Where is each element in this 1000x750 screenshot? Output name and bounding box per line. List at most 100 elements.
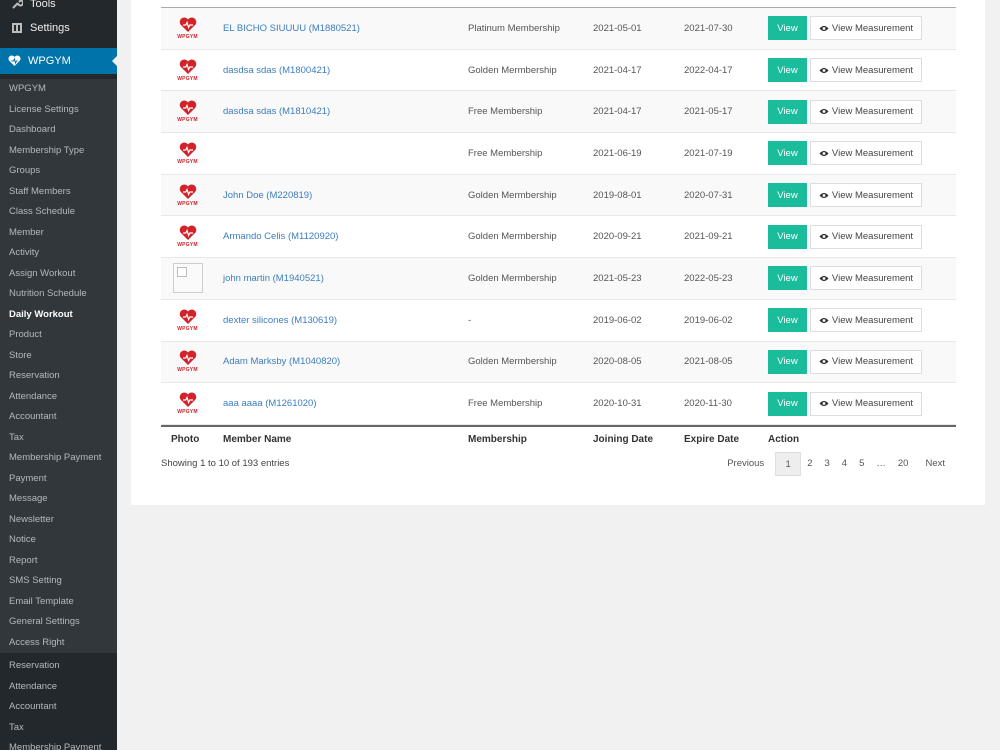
member-photo-cell: WPGYM (161, 8, 214, 49)
submenu-item-groups[interactable]: Groups (0, 161, 117, 182)
column-header-membership[interactable]: Membership (468, 427, 588, 453)
submenu-item-product[interactable]: Product (0, 325, 117, 346)
submenu-item-tax[interactable]: Tax (0, 428, 117, 449)
member-name-cell: dexter silicones (M130619) (223, 300, 453, 341)
column-header-photo[interactable]: Photo (161, 427, 214, 453)
joining-date-cell: 2019-06-02 (593, 314, 642, 326)
member-name-link[interactable]: aaa aaaa (M1261020) (223, 398, 317, 409)
eye-icon (819, 317, 829, 324)
submenu-item-reservation[interactable]: Reservation (0, 656, 117, 677)
view-button[interactable]: View (768, 141, 807, 166)
menu-wpgym[interactable]: WPGYM (0, 48, 117, 74)
submenu-item-payment[interactable]: Payment (0, 469, 117, 490)
member-name-link[interactable]: dexter silicones (M130619) (223, 315, 337, 326)
column-header-expire-date[interactable]: Expire Date (684, 427, 764, 453)
view-button[interactable]: View (768, 266, 807, 291)
submenu-item-attendance[interactable]: Attendance (0, 677, 117, 698)
submenu-item-activity[interactable]: Activity (0, 243, 117, 264)
submenu-item-assign-workout[interactable]: Assign Workout (0, 264, 117, 285)
submenu-item-membership-payment[interactable]: Membership Payment (0, 738, 117, 750)
wpgym-logo-icon: WPGYM (174, 223, 202, 251)
member-name-cell: dasdsa sdas (M1810421) (223, 91, 453, 132)
view-measurement-label: View Measurement (831, 147, 914, 159)
members-panel: WPGYM EL BICHO SIUUUU (M1880521) Platinum … (131, 0, 985, 505)
view-button[interactable]: View (768, 183, 807, 208)
column-header-member-name[interactable]: Member Name (223, 427, 453, 453)
menu-settings[interactable]: Settings (0, 16, 117, 40)
joining-date-cell: 2020-08-05 (593, 356, 642, 368)
logo-brand-text: WPGYM (177, 200, 198, 207)
submenu-item-accountant[interactable]: Accountant (0, 697, 117, 718)
pagination-page-3[interactable]: 3 (818, 452, 835, 476)
member-name-link[interactable]: dasdsa sdas (M1810421) (223, 106, 330, 117)
view-measurement-button[interactable]: View Measurement (810, 308, 922, 333)
member-name-link[interactable]: John Doe (M220819) (223, 190, 312, 201)
submenu-item-nutrition-schedule[interactable]: Nutrition Schedule (0, 284, 117, 305)
submenu-item-dashboard[interactable]: Dashboard (0, 120, 117, 141)
member-name-link[interactable]: EL BICHO SIUUUU (M1880521) (223, 23, 360, 34)
pagination-page-1[interactable]: 1 (775, 452, 802, 476)
wpgym-logo-icon: WPGYM (174, 306, 202, 334)
view-button[interactable]: View (768, 58, 807, 83)
submenu-item-class-schedule[interactable]: Class Schedule (0, 202, 117, 223)
menu-tools[interactable]: Tools (0, 0, 117, 16)
view-measurement-button[interactable]: View Measurement (810, 349, 922, 374)
submenu-item-store[interactable]: Store (0, 346, 117, 367)
pagination-page-5[interactable]: 5 (853, 452, 870, 476)
membership-cell: Free Membership (468, 106, 543, 118)
view-measurement-button[interactable]: View Measurement (810, 391, 922, 416)
table-row: WPGYM John Doe (M220819) Golden Mermbershi… (161, 174, 956, 217)
view-measurement-label: View Measurement (831, 189, 914, 201)
menu-wpgym-label: WPGYM (28, 55, 71, 67)
submenu-item-message[interactable]: Message (0, 489, 117, 510)
submenu-item-member[interactable]: Member (0, 223, 117, 244)
pagination-page-20[interactable]: 20 (892, 452, 915, 476)
submenu-item-newsletter[interactable]: Newsletter (0, 510, 117, 531)
wpgym-heart-icon (8, 54, 21, 68)
view-measurement-button[interactable]: View Measurement (810, 183, 922, 208)
submenu-item-email-template[interactable]: Email Template (0, 592, 117, 613)
member-name-link[interactable]: dasdsa sdas (M1800421) (223, 65, 330, 76)
submenu-item-notice[interactable]: Notice (0, 530, 117, 551)
action-cell: View View Measurement (768, 50, 958, 91)
action-cell: View View Measurement (768, 342, 958, 383)
submenu-item-membership-type[interactable]: Membership Type (0, 141, 117, 162)
view-measurement-button[interactable]: View Measurement (810, 224, 922, 249)
submenu-item-accountant[interactable]: Accountant (0, 407, 117, 428)
submenu-item-general-settings[interactable]: General Settings (0, 612, 117, 633)
submenu-item-license-settings[interactable]: License Settings (0, 100, 117, 121)
view-button[interactable]: View (768, 16, 807, 41)
submenu-item-daily-workout[interactable]: Daily Workout (0, 305, 117, 326)
view-button[interactable]: View (768, 99, 807, 124)
pagination-page-2[interactable]: 2 (801, 452, 818, 476)
view-button[interactable]: View (768, 224, 807, 249)
view-button[interactable]: View (768, 349, 807, 374)
submenu-item-tax[interactable]: Tax (0, 718, 117, 739)
submenu-item-sms-setting[interactable]: SMS Setting (0, 571, 117, 592)
member-name-link[interactable]: Armando Celis (M1120920) (223, 231, 338, 242)
view-measurement-button[interactable]: View Measurement (810, 266, 922, 291)
member-name-link[interactable]: john martin (M1940521) (223, 273, 324, 284)
submenu-item-staff-members[interactable]: Staff Members (0, 182, 117, 203)
view-button[interactable]: View (768, 308, 807, 333)
view-measurement-button[interactable]: View Measurement (810, 99, 922, 124)
column-header-joining-date[interactable]: Joining Date (593, 427, 678, 453)
joining-date-cell: 2019-08-01 (593, 189, 642, 201)
submenu-item-wpgym[interactable]: WPGYM (0, 79, 117, 100)
member-photo-cell (161, 258, 214, 299)
view-button[interactable]: View (768, 391, 807, 416)
submenu-item-reservation[interactable]: Reservation (0, 366, 117, 387)
pagination-page-4[interactable]: 4 (836, 452, 853, 476)
pagination-previous[interactable]: Previous (716, 452, 775, 476)
submenu-item-attendance[interactable]: Attendance (0, 387, 117, 408)
submenu-item-report[interactable]: Report (0, 551, 117, 572)
member-name-link[interactable]: Adam Marksby (M1040820) (223, 356, 340, 367)
submenu-item-membership-payment[interactable]: Membership Payment (0, 448, 117, 469)
view-measurement-button[interactable]: View Measurement (810, 58, 922, 83)
pagination-next[interactable]: Next (914, 452, 956, 476)
view-measurement-label: View Measurement (831, 356, 914, 368)
menu-settings-label: Settings (30, 22, 70, 34)
view-measurement-button[interactable]: View Measurement (810, 16, 922, 41)
submenu-item-access-right[interactable]: Access Right (0, 633, 117, 654)
view-measurement-button[interactable]: View Measurement (810, 141, 922, 166)
